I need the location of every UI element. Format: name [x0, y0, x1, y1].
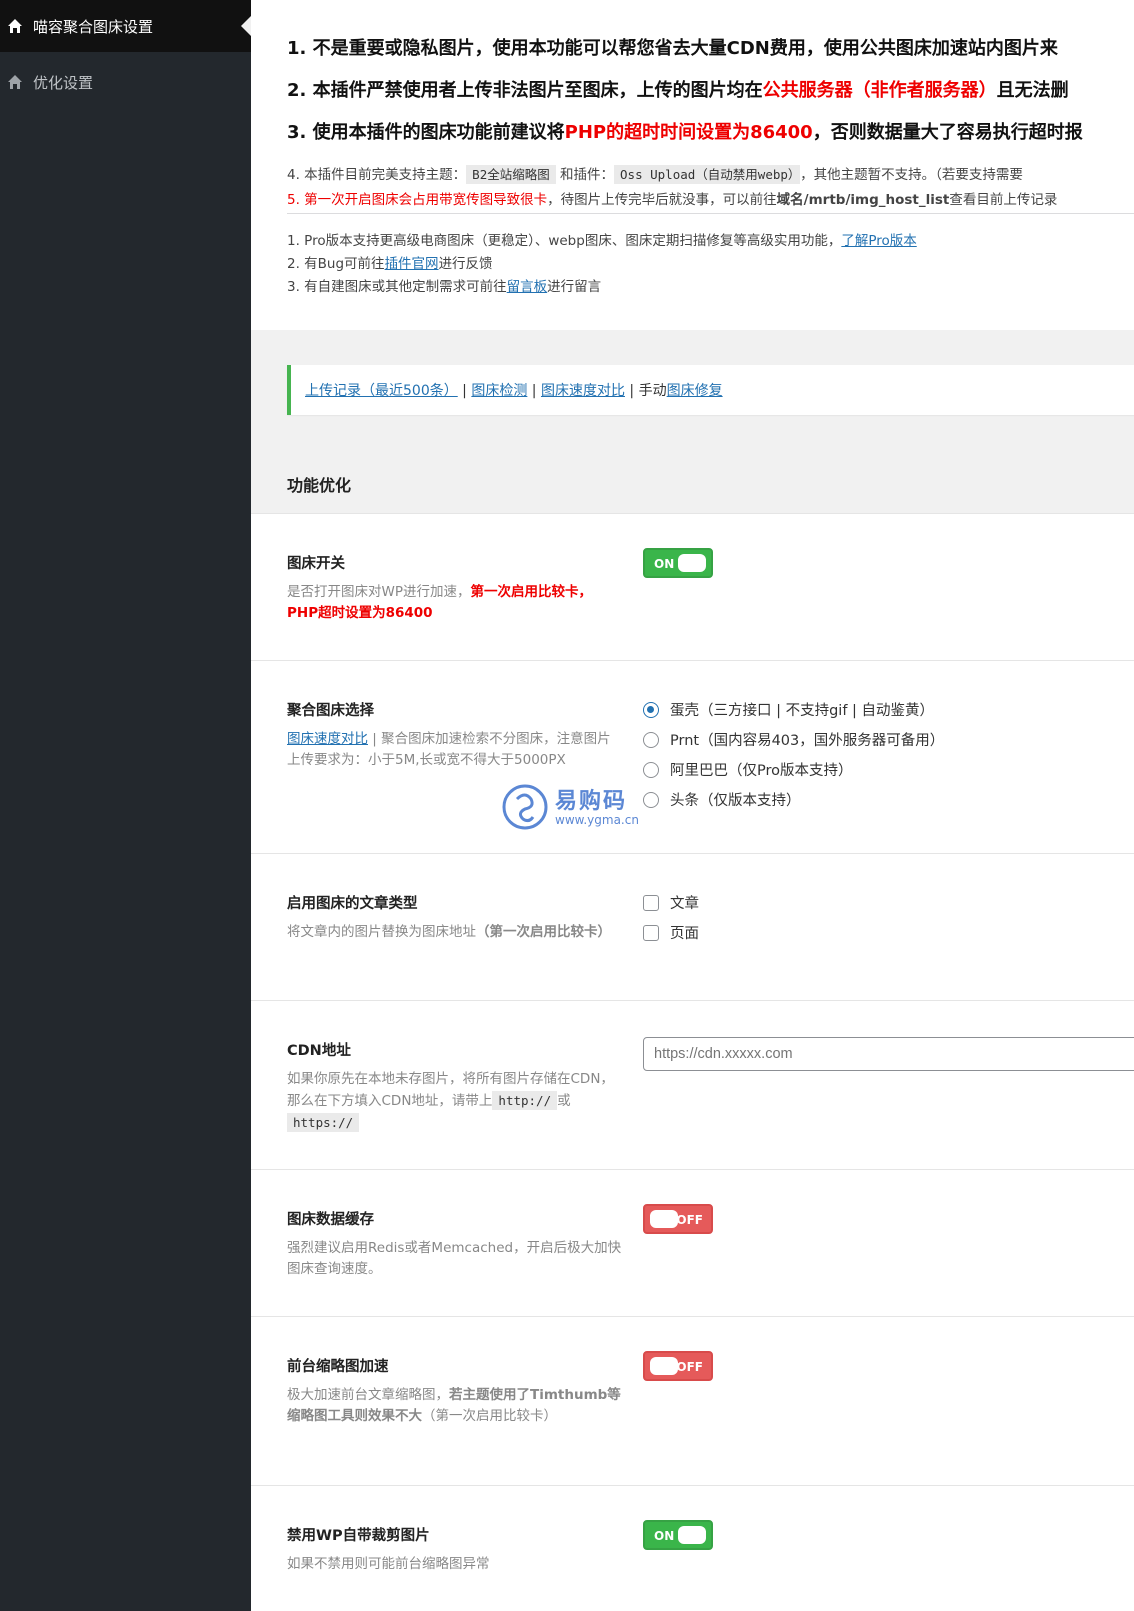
notice-line-1: 1. 不是重要或隐私图片，使用本功能可以帮您省去大量CDN费用，使用公共图床加速… — [287, 38, 1058, 59]
setting-row-image-host-switch: 图床开关 是否打开图床对WP进行加速，第一次启用比较卡，PHP超时设置为8640… — [251, 514, 1134, 661]
notice-line-4: 4. 本插件目前完美支持主题： B2全站缩略图 和插件： Oss Upload（自动… — [287, 165, 1023, 184]
setting-title: 启用图床的文章类型 — [287, 896, 418, 912]
plugin-site-link[interactable]: 插件官网 — [385, 256, 439, 272]
setting-row-post-types: 启用图床的文章类型 将文章内的图片替换为图床地址（第一次启用比较卡） 文章 页面 — [251, 854, 1134, 1001]
radio[interactable] — [643, 731, 659, 748]
toggle-knob — [678, 554, 706, 572]
setting-row-thumbnail: 前台缩略图加速 极大加速前台文章缩略图，若主题使用了Timthumb等缩略图工具… — [251, 1317, 1134, 1486]
setting-title: 图床开关 — [287, 556, 345, 572]
toggle-knob — [650, 1210, 678, 1228]
toggle-knob — [678, 1526, 706, 1544]
toggle-knob — [650, 1357, 678, 1375]
info-line-1: 1. Pro版本支持更高级电商图床（更稳定）、webp图床、图床定期扫描修复等高… — [287, 233, 917, 249]
setting-title: 图床数据缓存 — [287, 1212, 374, 1228]
setting-description: 是否打开图床对WP进行加速，第一次启用比较卡，PHP超时设置为86400 — [287, 584, 592, 621]
host-option-danke[interactable]: 蛋壳（三方接口 | 不支持gif | 自动鉴黄） — [643, 699, 934, 720]
disable-crop-toggle[interactable]: ON — [643, 1520, 713, 1550]
radio-selected[interactable] — [643, 701, 659, 718]
main-content: 1. 不是重要或隐私图片，使用本功能可以帮您省去大量CDN费用，使用公共图床加速… — [251, 0, 1134, 1611]
checkbox[interactable] — [643, 924, 659, 941]
host-repair-link[interactable]: 图床修复 — [667, 383, 723, 399]
checkbox[interactable] — [643, 894, 659, 911]
home-icon — [8, 19, 22, 33]
host-option-prnt[interactable]: Prnt（国内容易403，国外服务器可备用） — [643, 729, 944, 750]
cache-toggle[interactable]: OFF — [643, 1204, 713, 1234]
info-line-2: 2. 有Bug可前往插件官网进行反馈 — [287, 256, 493, 272]
setting-description: 如果不禁用则可能前台缩略图异常 — [287, 1556, 490, 1572]
thumbnail-toggle[interactable]: OFF — [643, 1351, 713, 1381]
host-option-toutiao[interactable]: 头条（仅版本支持） — [643, 789, 801, 810]
notice-line-2: 2. 本插件严禁使用者上传非法图片至图床，上传的图片均在公共服务器（非作者服务器… — [287, 80, 1069, 101]
setting-title: 前台缩略图加速 — [287, 1359, 389, 1375]
admin-sidebar: 喵容聚合图床设置 优化设置 — [0, 0, 251, 1611]
setting-description: 强烈建议启用Redis或者Memcached，开启后极大加快图床查询速度。 — [287, 1240, 622, 1277]
setting-row-cdn: CDN地址 如果你原先在本地未存图片，将所有图片存储在CDN，那么在下方填入CD… — [251, 1001, 1134, 1170]
setting-row-host-select: 聚合图床选择 图床速度对比 | 聚合图床加速检索不分图床，注意图片上传要求为：小… — [251, 661, 1134, 854]
setting-title: 聚合图床选择 — [287, 703, 374, 719]
pro-version-link[interactable]: 了解Pro版本 — [841, 233, 916, 249]
notice-line-3: 3. 使用本插件的图床功能前建议将PHP的超时时间设置为86400，否则数据量大… — [287, 122, 1083, 143]
setting-title: 禁用WP自带裁剪图片 — [287, 1528, 430, 1544]
section-title: 功能优化 — [287, 476, 352, 495]
setting-description: 图床速度对比 | 聚合图床加速检索不分图床，注意图片上传要求为：小于5M,长或宽… — [287, 731, 611, 768]
setting-row-cache: 图床数据缓存 强烈建议启用Redis或者Memcached，开启后极大加快图床查… — [251, 1170, 1134, 1317]
host-check-link[interactable]: 图床检测 — [471, 383, 527, 399]
watermark-logo: 易购码 www.ygma.cn — [501, 783, 651, 833]
setting-title: CDN地址 — [287, 1043, 351, 1059]
setting-description: 如果你原先在本地未存图片，将所有图片存储在CDN，那么在下方填入CDN地址，请带… — [287, 1071, 614, 1132]
quick-links-bar: 上传记录（最近500条） | 图床检测 | 图床速度对比 | 手动图床修复 — [287, 365, 1134, 415]
divider — [287, 213, 1134, 214]
notice-box: 1. 不是重要或隐私图片，使用本功能可以帮您省去大量CDN费用，使用公共图床加速… — [251, 0, 1134, 330]
setting-description: 将文章内的图片替换为图床地址（第一次启用比较卡） — [287, 924, 611, 940]
notice-line-5: 5. 第一次开启图床会占用带宽传图导致很卡，待图片上传完毕后就没事，可以前往域名… — [287, 192, 1058, 208]
watermark-icon — [502, 784, 548, 830]
sidebar-item-optimization[interactable]: 优化设置 — [0, 56, 251, 108]
upload-records-link[interactable]: 上传记录（最近500条） — [305, 383, 458, 399]
sidebar-item-label: 优化设置 — [33, 73, 94, 92]
sidebar-item-image-host-settings[interactable]: 喵容聚合图床设置 — [0, 0, 251, 52]
setting-description: 极大加速前台文章缩略图，若主题使用了Timthumb等缩略图工具则效果不大（第一… — [287, 1387, 621, 1424]
image-host-toggle[interactable]: ON — [643, 548, 713, 578]
radio[interactable] — [643, 761, 659, 778]
info-line-3: 3. 有自建图床或其他定制需求可前往留言板进行留言 — [287, 279, 602, 295]
section-header: 功能优化 — [251, 452, 1134, 514]
host-option-alibaba[interactable]: 阿里巴巴（仅Pro版本支持） — [643, 759, 853, 780]
setting-row-disable-crop: 禁用WP自带裁剪图片 如果不禁用则可能前台缩略图异常 ON — [251, 1486, 1134, 1611]
message-board-link[interactable]: 留言板 — [507, 279, 548, 295]
post-type-page[interactable]: 页面 — [643, 922, 699, 943]
home-icon — [8, 75, 22, 89]
sidebar-item-label: 喵容聚合图床设置 — [33, 17, 154, 36]
post-type-article[interactable]: 文章 — [643, 892, 699, 913]
cdn-url-input[interactable] — [643, 1037, 1134, 1071]
speed-compare-link[interactable]: 图床速度对比 — [287, 731, 368, 747]
speed-compare-link[interactable]: 图床速度对比 — [541, 383, 625, 399]
